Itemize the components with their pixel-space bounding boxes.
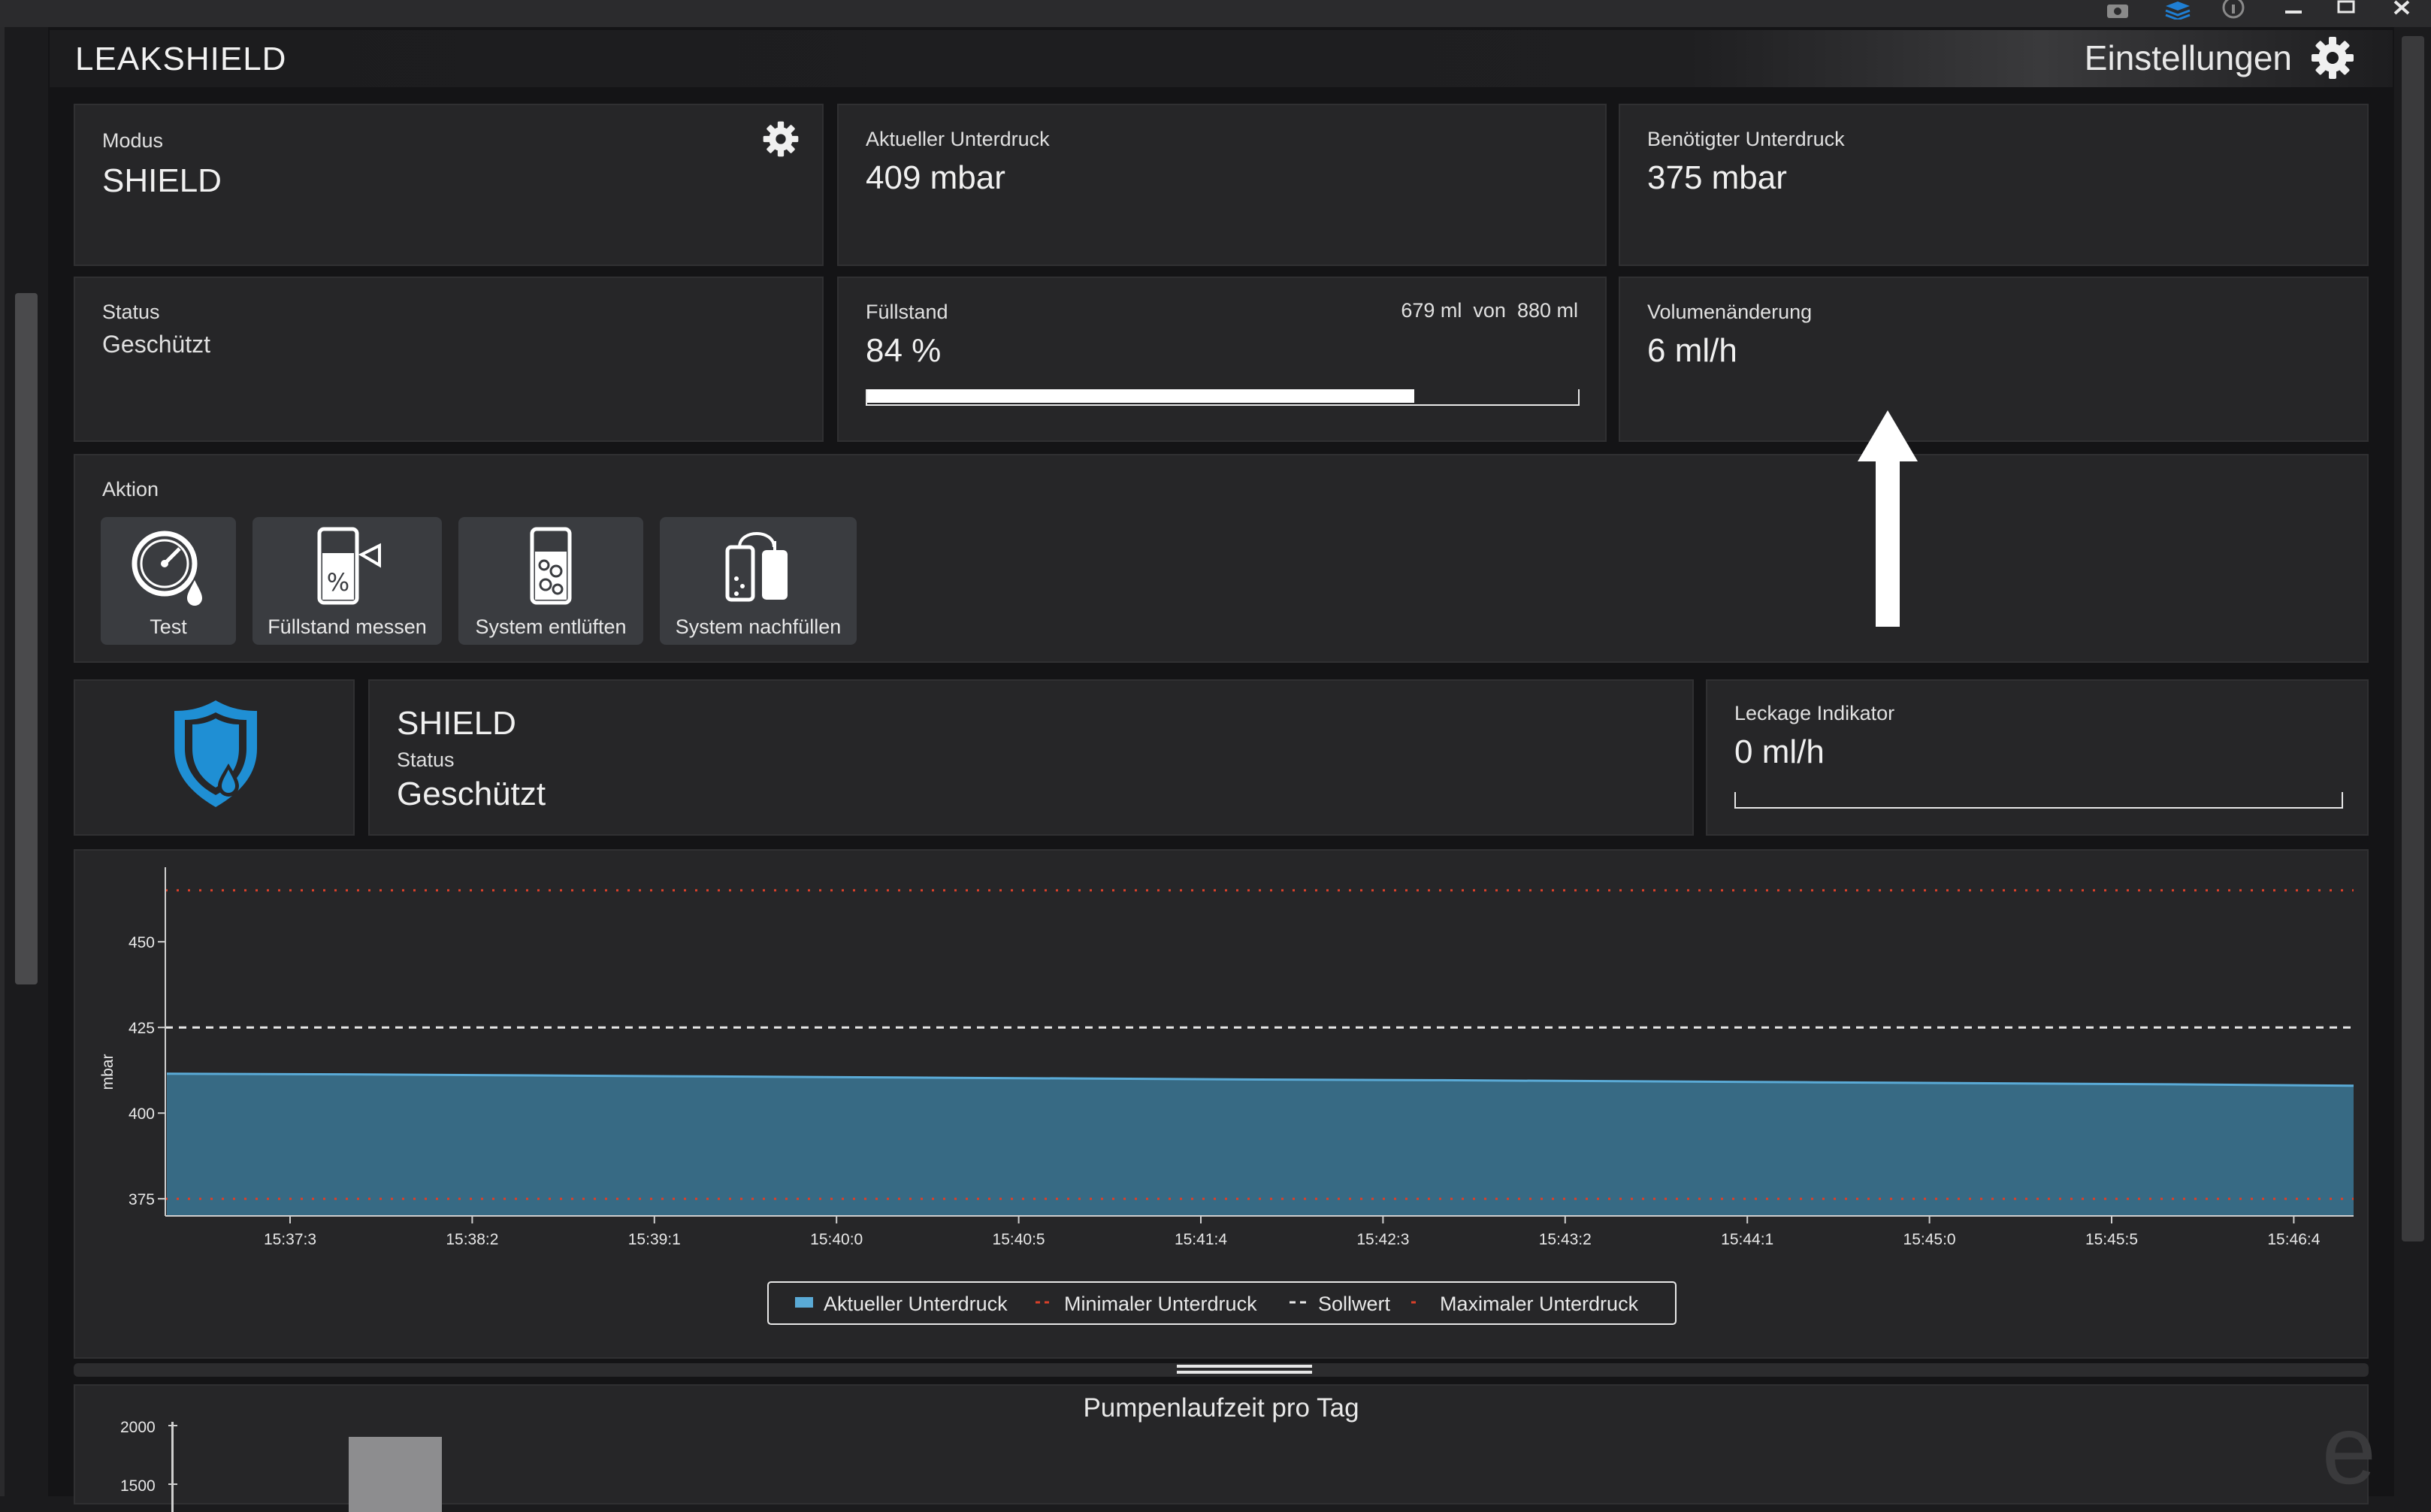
gauge-drop-icon [132, 531, 202, 606]
bubbles-icon [530, 527, 572, 605]
required-vacuum-card: Benötigter Unterdruck 375 mbar [1619, 104, 2369, 266]
mode-value: SHIELD [102, 162, 222, 199]
mode-card: Modus SHIELD [74, 104, 824, 266]
fill-level-measure-button[interactable]: % Füllstand messen [252, 517, 442, 645]
required-vacuum-label: Benötigter Unterdruck [1647, 128, 1845, 150]
settings-button[interactable]: Einstellungen [2085, 33, 2355, 83]
x-tick-label: 15:40:5 [993, 1231, 1045, 1248]
x-tick-label: 15:44:1 [1721, 1231, 1773, 1248]
x-tick-label: 15:41:4 [1175, 1231, 1227, 1248]
left-scroll-track [0, 27, 5, 1496]
x-tick-label: 15:46:4 [2267, 1231, 2320, 1248]
system-vent-label: System entlüften [475, 615, 627, 638]
layers-icon[interactable] [2157, 0, 2199, 23]
settings-label: Einstellungen [2084, 38, 2292, 77]
legend-label: Sollwert [1318, 1293, 1391, 1315]
fill-amount-of: von [1473, 299, 1506, 322]
x-tick-label: 15:45:5 [2085, 1231, 2138, 1248]
pump-runtime-card: Pumpenlaufzeit pro Tag 2000 1500 e [74, 1384, 2376, 1512]
pump-ytick-2000: 2000 [120, 1419, 156, 1436]
leak-indicator-bar [1734, 792, 2343, 809]
action-title: Aktion [102, 478, 159, 500]
x-tick-label: 15:38:2 [446, 1231, 498, 1248]
fill-amount-value: 679 ml [1401, 299, 1462, 322]
minimize-icon[interactable] [2272, 0, 2315, 23]
volume-change-label: Volumenänderung [1647, 301, 1813, 323]
leak-indicator-label: Leckage Indikator [1734, 702, 1895, 724]
camera-icon[interactable] [2097, 0, 2139, 23]
fill-level-label: Füllstand [866, 301, 948, 323]
test-button-label: Test [150, 615, 187, 638]
x-tick-label: 15:43:2 [1539, 1231, 1592, 1248]
right-scrollbar[interactable] [2402, 36, 2424, 1241]
legend-label: Aktueller Unterdruck [824, 1293, 1008, 1315]
arrow-up-icon [1858, 410, 1918, 627]
shield-drop-icon [174, 700, 257, 807]
y-tick-label: 400 [129, 1105, 155, 1123]
status-value: Geschützt [102, 331, 211, 358]
maximize-icon[interactable] [2325, 0, 2367, 23]
leak-indicator-value: 0 ml/h [1734, 733, 1825, 770]
vacuum-chart-card: 375 400 425 450 mbar 15:37:3 15:38:2 15:39:1 15:… [74, 849, 2369, 1359]
y-tick-label: 425 [129, 1020, 155, 1037]
x-tick-label: 15:45:0 [1903, 1231, 1956, 1248]
shield-status-label: Status [397, 748, 455, 771]
y-tick-label: 375 [129, 1191, 155, 1208]
mode-label: Modus [102, 129, 164, 152]
shield-status-value: Geschützt [397, 776, 546, 812]
volume-change-card: Volumenänderung 6 ml/h [1619, 277, 2369, 442]
fill-level-progress [866, 389, 1580, 406]
shield-status-card: SHIELD Status Geschützt [368, 679, 1694, 836]
volume-change-value: 6 ml/h [1647, 332, 1737, 369]
test-button[interactable]: Test [101, 517, 236, 645]
watermark-letter: e [2321, 1395, 2376, 1504]
fill-amount: 679 ml von 880 ml [1401, 299, 1578, 322]
system-refill-button[interactable]: System nachfüllen [660, 517, 857, 645]
shield-icon-card [74, 679, 355, 836]
x-tick-label: 15:39:1 [628, 1231, 681, 1248]
vacuum-chart: 375 400 425 450 mbar 15:37:3 15:38:2 15:39:1 15:… [99, 867, 2354, 1325]
pump-bar [349, 1437, 442, 1512]
status-label: Status [102, 301, 160, 323]
svg-text:%: % [327, 568, 349, 597]
series-area-current-vacuum [167, 1073, 2354, 1216]
x-tick-label: 15:42:3 [1356, 1231, 1409, 1248]
fill-level-icon: % [317, 527, 381, 605]
y-axis-label: mbar [99, 1054, 116, 1090]
current-vacuum-card: Aktueller Unterdruck 409 mbar [837, 104, 1607, 266]
shield-title: SHIELD [397, 705, 516, 742]
app-header: LEAKSHIELD Einstellungen [50, 30, 2393, 87]
y-tick-label: 450 [129, 934, 155, 951]
window-titlebar [0, 0, 2431, 27]
fill-capacity: 880 ml [1516, 299, 1578, 322]
required-vacuum-value: 375 mbar [1647, 159, 1787, 196]
info-icon[interactable] [2212, 0, 2254, 23]
system-refill-label: System nachfüllen [675, 615, 842, 638]
fill-level-measure-label: Füllstand messen [268, 615, 427, 638]
mode-settings-gear-icon[interactable] [762, 120, 800, 158]
pump-ytick-1500: 1500 [120, 1477, 156, 1495]
current-vacuum-label: Aktueller Unterdruck [866, 128, 1050, 150]
leak-indicator-card: Leckage Indikator 0 ml/h [1706, 679, 2369, 836]
panel-splitter[interactable] [74, 1363, 2369, 1377]
pump-chart-title: Pumpenlaufzeit pro Tag [1083, 1393, 1359, 1423]
pump-y-axis [171, 1422, 174, 1512]
left-scrollbar[interactable] [15, 293, 38, 984]
current-vacuum-value: 409 mbar [866, 159, 1005, 196]
fill-level-progress-fill [867, 389, 1415, 403]
gear-icon [2312, 37, 2354, 79]
close-icon[interactable] [2381, 0, 2423, 23]
fill-level-value: 84 % [866, 332, 942, 369]
system-vent-button[interactable]: System entlüften [458, 517, 643, 645]
x-tick-label: 15:40:0 [810, 1231, 863, 1248]
fill-level-card: Füllstand 679 ml von 880 ml 84 % [837, 277, 1607, 442]
status-card: Status Geschützt [74, 277, 824, 442]
app-title: LEAKSHIELD [75, 41, 287, 77]
legend-label: Minimaler Unterdruck [1064, 1293, 1257, 1315]
legend-swatch-current-vacuum [795, 1297, 813, 1308]
refill-icon [725, 532, 788, 602]
legend-label: Maximaler Unterdruck [1440, 1293, 1639, 1315]
x-tick-label: 15:37:3 [264, 1231, 316, 1248]
